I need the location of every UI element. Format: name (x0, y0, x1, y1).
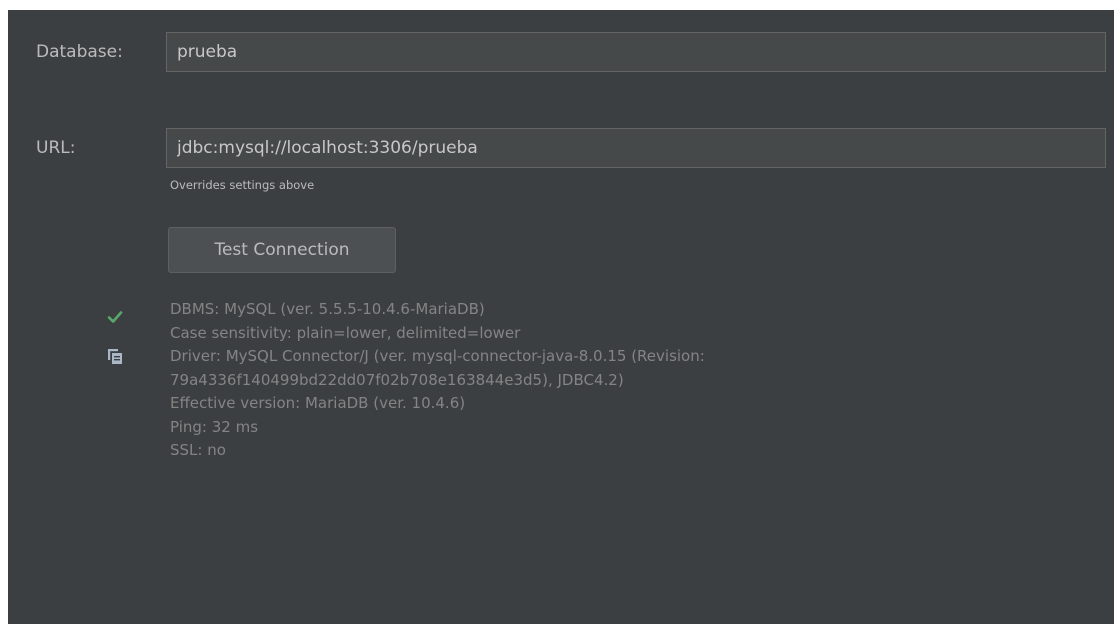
url-input[interactable] (166, 128, 1106, 168)
connection-info: DBMS: MySQL (ver. 5.5.5-10.4.6-MariaDB) … (170, 298, 1090, 463)
info-line-ping: Ping: 32 ms (170, 417, 259, 436)
url-hint: Overrides settings above (170, 178, 315, 192)
url-label: URL: (36, 138, 76, 158)
info-line-case-sensitivity: Case sensitivity: plain=lower, delimited… (170, 323, 521, 342)
info-line-effective-version: Effective version: MariaDB (ver. 10.4.6) (170, 394, 466, 412)
info-line-driver-revision: 79a4336f140499bd22dd07f02b708e163844e3d5… (170, 370, 624, 389)
info-line-ssl: SSL: no (170, 441, 226, 459)
database-label: Database: (36, 42, 123, 62)
info-line-dbms: DBMS: MySQL (ver. 5.5.5-10.4.6-MariaDB) (170, 300, 485, 318)
test-connection-button[interactable]: Test Connection (168, 227, 396, 273)
connection-settings-panel: Database: URL: Overrides settings above … (8, 10, 1114, 624)
test-connection-label: Test Connection (214, 240, 350, 260)
copy-icon[interactable] (106, 347, 124, 365)
checkmark-icon (107, 311, 123, 323)
info-line-driver: Driver: MySQL Connector/J (ver. mysql-co… (170, 347, 705, 365)
database-input[interactable] (166, 32, 1106, 72)
